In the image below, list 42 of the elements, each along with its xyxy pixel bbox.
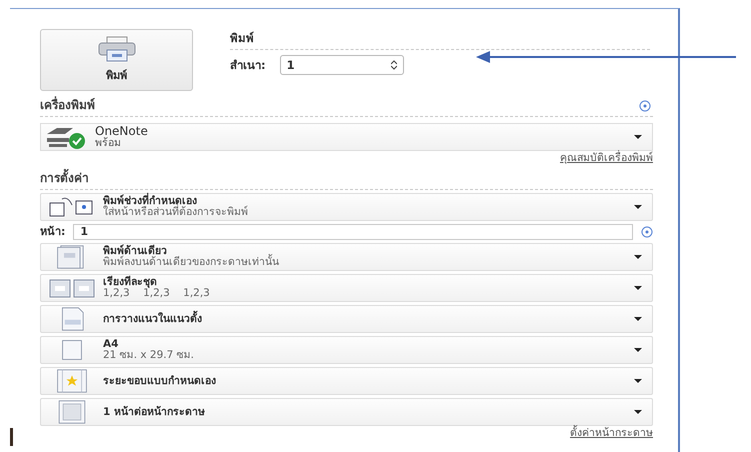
option-title: ระยะขอบแบบกำหนดเอง <box>103 376 217 386</box>
caret-icon <box>634 255 642 259</box>
spinner-arrows-icon[interactable] <box>390 60 397 70</box>
option-subtitle: 21 ซม. x 29.7 ซม. <box>103 350 195 361</box>
option-title: พิมพ์ด้านเดียว <box>103 246 167 257</box>
collation-dropdown[interactable]: เรียงทีละชุด 1,2,3 1,2,3 1,2,3 <box>40 274 653 302</box>
caret-icon <box>634 135 642 139</box>
caret-icon <box>634 286 642 290</box>
caret-icon <box>634 379 642 383</box>
pages-icon <box>48 277 96 299</box>
caret-icon <box>634 410 642 414</box>
sides-dropdown[interactable]: พิมพ์ด้านเดียว พิมพ์ลงบนด้านเดียวของกระดาษเท่านั้น <box>40 243 653 271</box>
pages-per-sheet-dropdown[interactable]: 1 หน้าต่อหน้ากระดาษ <box>40 398 653 426</box>
info-icon[interactable] <box>639 100 651 112</box>
orientation-dropdown[interactable]: การวางแนวในแนวตั้ง <box>40 305 653 333</box>
printer-icon <box>96 36 136 62</box>
printer-stack-icon <box>47 128 73 147</box>
option-title: เรียงทีละชุด <box>103 277 158 288</box>
printer-name: OneNote <box>95 125 149 137</box>
info-icon[interactable] <box>641 226 653 238</box>
caret-icon <box>634 205 642 209</box>
copies-spinner[interactable]: 1 <box>280 55 404 75</box>
copies-label: สำเนา: <box>230 57 266 74</box>
section-title: เครื่องพิมพ์ <box>40 95 95 114</box>
paper-size-dropdown[interactable]: A4 21 ซม. x 29.7 ซม. <box>40 336 653 364</box>
printer-properties-link[interactable]: คุณสมบัติเครื่องพิมพ์ <box>560 152 653 164</box>
pages-input-field[interactable]: 1 <box>73 224 633 240</box>
page-range-dropdown[interactable]: พิมพ์ช่วงที่กำหนดเอง ใส่หน้าหรือส่วนที่ต้องการจะพิมพ์ <box>40 193 653 221</box>
section-title: การตั้งค่า <box>40 168 89 187</box>
option-title: A4 <box>103 339 120 350</box>
option-subtitle: 1,2,3 1,2,3 1,2,3 <box>103 288 211 299</box>
page-setup-link[interactable]: ตั้งค่าหน้ากระดาษ <box>570 427 653 439</box>
section-title: พิมพ์ <box>230 29 650 50</box>
printer-status: พร้อม <box>95 137 122 149</box>
printer-dropdown[interactable]: OneNote พร้อม <box>40 123 653 151</box>
print-button[interactable]: พิมพ์ <box>40 29 193 91</box>
option-title: 1 หน้าต่อหน้ากระดาษ <box>103 406 206 418</box>
pages-label: หน้า: <box>40 225 66 239</box>
caret-icon <box>634 348 642 352</box>
edge-mark <box>10 428 13 446</box>
margins-dropdown[interactable]: ระยะขอบแบบกำหนดเอง <box>40 367 653 395</box>
caret-icon <box>634 317 642 321</box>
